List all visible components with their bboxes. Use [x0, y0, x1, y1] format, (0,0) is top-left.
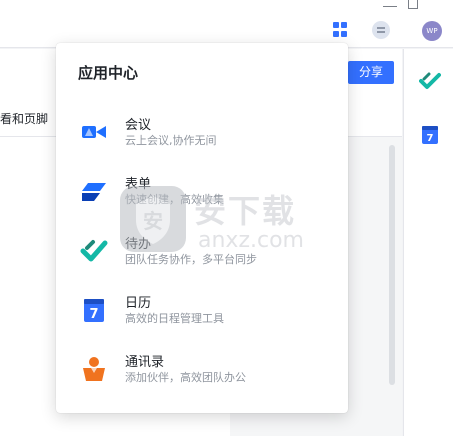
svg-text:安: 安	[143, 209, 163, 233]
watermark: 安 安下载 anxz.com	[118, 184, 338, 264]
calendar-icon[interactable]: 7	[422, 126, 438, 144]
app-desc: 云上会议,协作无间	[125, 134, 217, 147]
app-desc: 添加伙伴，高效团队办公	[125, 371, 246, 384]
share-button[interactable]: 分享	[348, 61, 394, 84]
app-name: 通讯录	[125, 355, 165, 370]
app-name: 会议	[125, 118, 152, 133]
svg-text:7: 7	[89, 307, 98, 322]
contacts-icon	[83, 357, 105, 381]
app-grid-icon[interactable]	[333, 22, 349, 38]
todo-check-icon[interactable]	[419, 72, 441, 90]
app-desc: 高效的日程管理工具	[125, 312, 224, 325]
app-name: 日历	[125, 296, 152, 311]
meeting-camera-icon	[82, 126, 106, 138]
app-item-contacts[interactable]: 通讯录 添加伙伴，高效团队办公	[56, 347, 348, 393]
minimize-icon[interactable]	[383, 3, 397, 7]
app-item-calendar[interactable]: 7 日历 高效的日程管理工具	[56, 288, 348, 334]
form-icon	[82, 183, 106, 201]
app-item-meeting[interactable]: 会议 云上会议,协作无间	[56, 110, 348, 156]
watermark-cn-text: 安下载	[194, 192, 297, 230]
maximize-icon[interactable]	[408, 0, 418, 9]
chat-icon[interactable]	[372, 21, 390, 39]
avatar[interactable]: WP	[422, 21, 442, 41]
header-footer-label[interactable]: 看和页脚	[0, 110, 48, 127]
calendar-icon: 7	[84, 299, 104, 322]
todo-check-icon	[80, 240, 108, 262]
svg-text:7: 7	[427, 133, 434, 144]
vertical-scrollbar[interactable]	[389, 145, 395, 385]
watermark-shield-icon: 安	[120, 186, 186, 252]
watermark-en-text: anxz.com	[198, 228, 304, 253]
right-rail	[403, 49, 453, 436]
popup-title: 应用中心	[78, 64, 139, 82]
